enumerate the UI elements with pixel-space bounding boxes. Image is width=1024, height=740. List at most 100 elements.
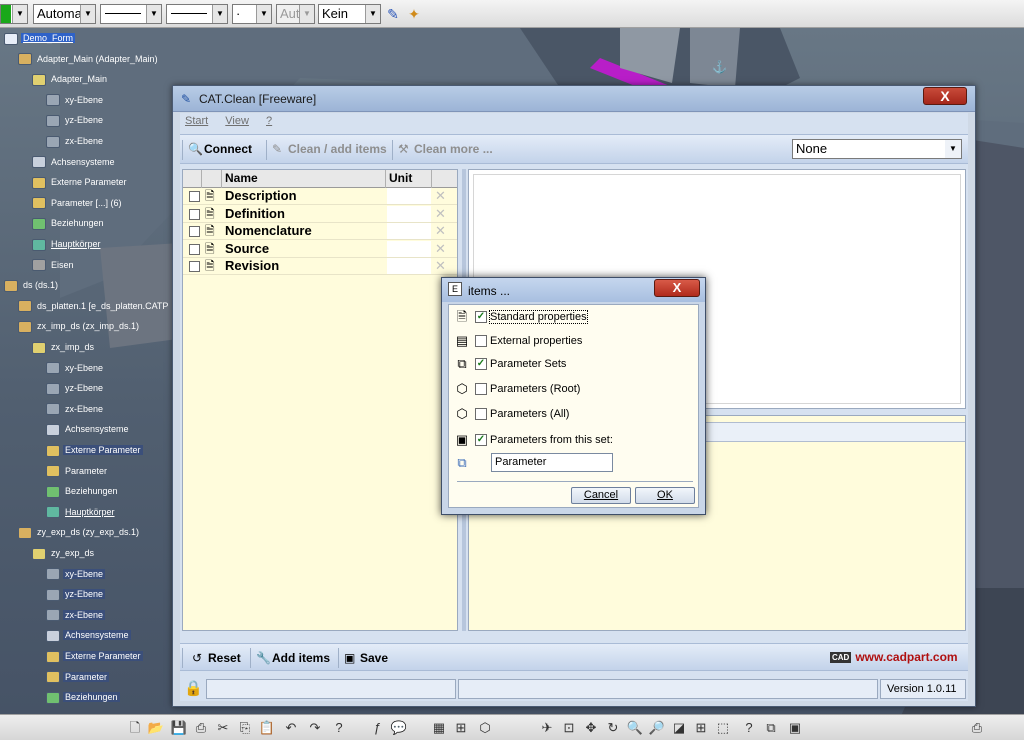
add-items-button[interactable]: 🔧Add items [256,650,330,666]
iso-view-icon[interactable]: ⬚ [714,719,732,737]
comment-icon[interactable]: 💬 [390,719,408,737]
tree-node[interactable]: Parameter [46,463,109,479]
menu-start[interactable]: Start [185,115,208,127]
new-file-icon[interactable]: 🗋 [126,719,144,737]
tree-node[interactable]: yz-Ebene [46,112,105,128]
print-icon[interactable]: ⎙ [192,719,210,737]
delete-icon[interactable]: ✕ [435,188,446,204]
tree-node[interactable]: Externe Parameter [46,442,143,458]
property-unit-cell[interactable] [387,205,431,222]
tree-node[interactable]: ds (ds.1) [4,277,60,293]
option-checkbox[interactable] [475,335,487,348]
tree-node[interactable]: xy-Ebene [46,360,105,376]
tree-node[interactable]: zx-Ebene [46,607,106,623]
tree-node[interactable]: Beziehungen [46,689,120,705]
option-checkbox[interactable] [475,408,487,421]
tree-node[interactable]: zy_exp_ds (zy_exp_ds.1) [18,524,141,540]
property-unit-cell[interactable] [387,223,431,240]
render-dropdown[interactable]: Kein ▼ [318,4,381,24]
render-style-icon[interactable]: ▣ [786,719,804,737]
tree-node[interactable]: Beziehungen [32,215,106,231]
option-item[interactable]: ⬡ Parameters (All) [453,404,569,424]
tree-node[interactable]: xy-Ebene [46,92,105,108]
tree-node[interactable]: Externe Parameter [32,174,129,190]
delete-icon[interactable]: ✕ [435,206,446,222]
formula-icon[interactable]: ƒ [368,719,386,737]
items-close-button[interactable]: X [654,279,700,297]
tree-node[interactable]: Adapter_Main (Adapter_Main) [18,51,160,67]
tree-node[interactable]: Parameter [...] (6) [32,195,124,211]
fit-all-icon[interactable]: ⊡ [560,719,578,737]
fly-icon[interactable]: ✈ [538,719,556,737]
pan-icon[interactable]: ✥ [582,719,600,737]
option-checkbox[interactable] [475,383,487,396]
row-checkbox[interactable] [189,226,200,238]
option-checkbox[interactable]: ✓ [475,311,487,324]
zoom-in-icon[interactable]: 🔍 [626,719,644,737]
tree-node[interactable]: zx-Ebene [46,133,105,149]
tree-node[interactable]: zx-Ebene [46,401,105,417]
tree-icon[interactable]: ⊞ [452,719,470,737]
tree-node[interactable]: Parameter [46,669,110,685]
tree-node[interactable]: Hauptkörper [32,236,103,252]
property-unit-cell[interactable] [387,188,431,204]
option-item[interactable]: ▣ ✓ Parameters from this set: [453,430,613,450]
tree-node[interactable]: Achsensysteme [46,421,131,437]
tree-node[interactable]: Achsensysteme [46,627,131,643]
filter-select[interactable]: None ▼ [792,139,962,159]
reset-button[interactable]: ↺ Reset [192,650,241,666]
auto-dropdown[interactable]: Aut ▼ [276,4,315,24]
paste-icon[interactable]: 📋 [258,719,276,737]
multi-view-icon[interactable]: ⊞ [692,719,710,737]
linewidth-dropdown[interactable]: ▼ [166,4,228,24]
redo-icon[interactable]: ↷ [306,719,324,737]
normal-view-icon[interactable]: ◪ [670,719,688,737]
clean-add-items-button[interactable]: ✎ Clean / add items [272,141,387,157]
point-dropdown[interactable]: · ▼ [232,4,272,24]
hide-show-icon[interactable]: ? [740,719,758,737]
row-checkbox[interactable] [189,243,200,255]
property-unit-cell[interactable] [387,240,431,257]
option-checkbox[interactable]: ✓ [475,434,487,447]
tree-node[interactable]: zx_imp_ds [32,339,96,355]
color-dropdown[interactable]: ▼ [0,4,28,24]
menu-help[interactable]: ? [266,115,272,127]
option-item[interactable]: ⬡ Parameters (Root) [453,379,580,399]
tree-node[interactable]: zx_imp_ds (zx_imp_ds.1) [18,318,141,334]
layer-dropdown[interactable]: Automa ▼ [33,4,96,24]
row-checkbox[interactable] [189,208,200,220]
delete-icon[interactable]: ✕ [435,241,446,257]
save-icon[interactable]: 💾 [170,719,188,737]
tree-node[interactable]: ds_platten.1 [e_ds_platten.CATP [18,298,170,314]
tree-node[interactable]: yz-Ebene [46,586,106,602]
column-unit-header[interactable]: Unit [389,171,412,185]
table-row[interactable]: 🗎 Source ✕ [183,240,457,258]
part-icon[interactable]: ⬡ [476,719,494,737]
option-item[interactable]: ▤ External properties [453,331,582,351]
printer-icon[interactable]: ⎙ [968,719,986,737]
tree-node[interactable]: yz-Ebene [46,380,105,396]
rotate-icon[interactable]: ↻ [604,719,622,737]
menu-view[interactable]: View [225,115,249,127]
option-item[interactable]: 🗎 ✓ Standard properties [453,307,588,327]
painter-icon[interactable]: ✎ [384,5,402,23]
delete-icon[interactable]: ✕ [435,258,446,274]
linetype-dropdown[interactable]: ▼ [100,4,162,24]
magic-wand-icon[interactable]: ✦ [405,5,423,23]
open-folder-icon[interactable]: 📂 [147,719,165,737]
ok-button[interactable]: OK [635,487,695,504]
cut-icon[interactable]: ✂ [214,719,232,737]
row-checkbox[interactable] [189,261,200,273]
items-titlebar[interactable]: E items ... X [442,278,705,302]
tree-node[interactable]: Externe Parameter [46,648,143,664]
cancel-button[interactable]: Cancel [571,487,631,504]
specification-tree[interactable]: Demo_Form Adapter_Main (Adapter_Main) Adap… [0,30,180,714]
table-row[interactable]: 🗎 Revision ✕ [183,258,457,276]
swap-visible-icon[interactable]: ⧉ [762,719,780,737]
tree-node[interactable]: Demo_Form [4,30,76,46]
tree-node[interactable]: Eisen [32,257,76,273]
connect-button[interactable]: 🔍Connect [188,141,252,157]
table-row[interactable]: 🗎 Nomenclature ✕ [183,223,457,241]
tree-node[interactable]: xy-Ebene [46,566,106,582]
tree-node[interactable]: Adapter_Main [32,71,109,87]
